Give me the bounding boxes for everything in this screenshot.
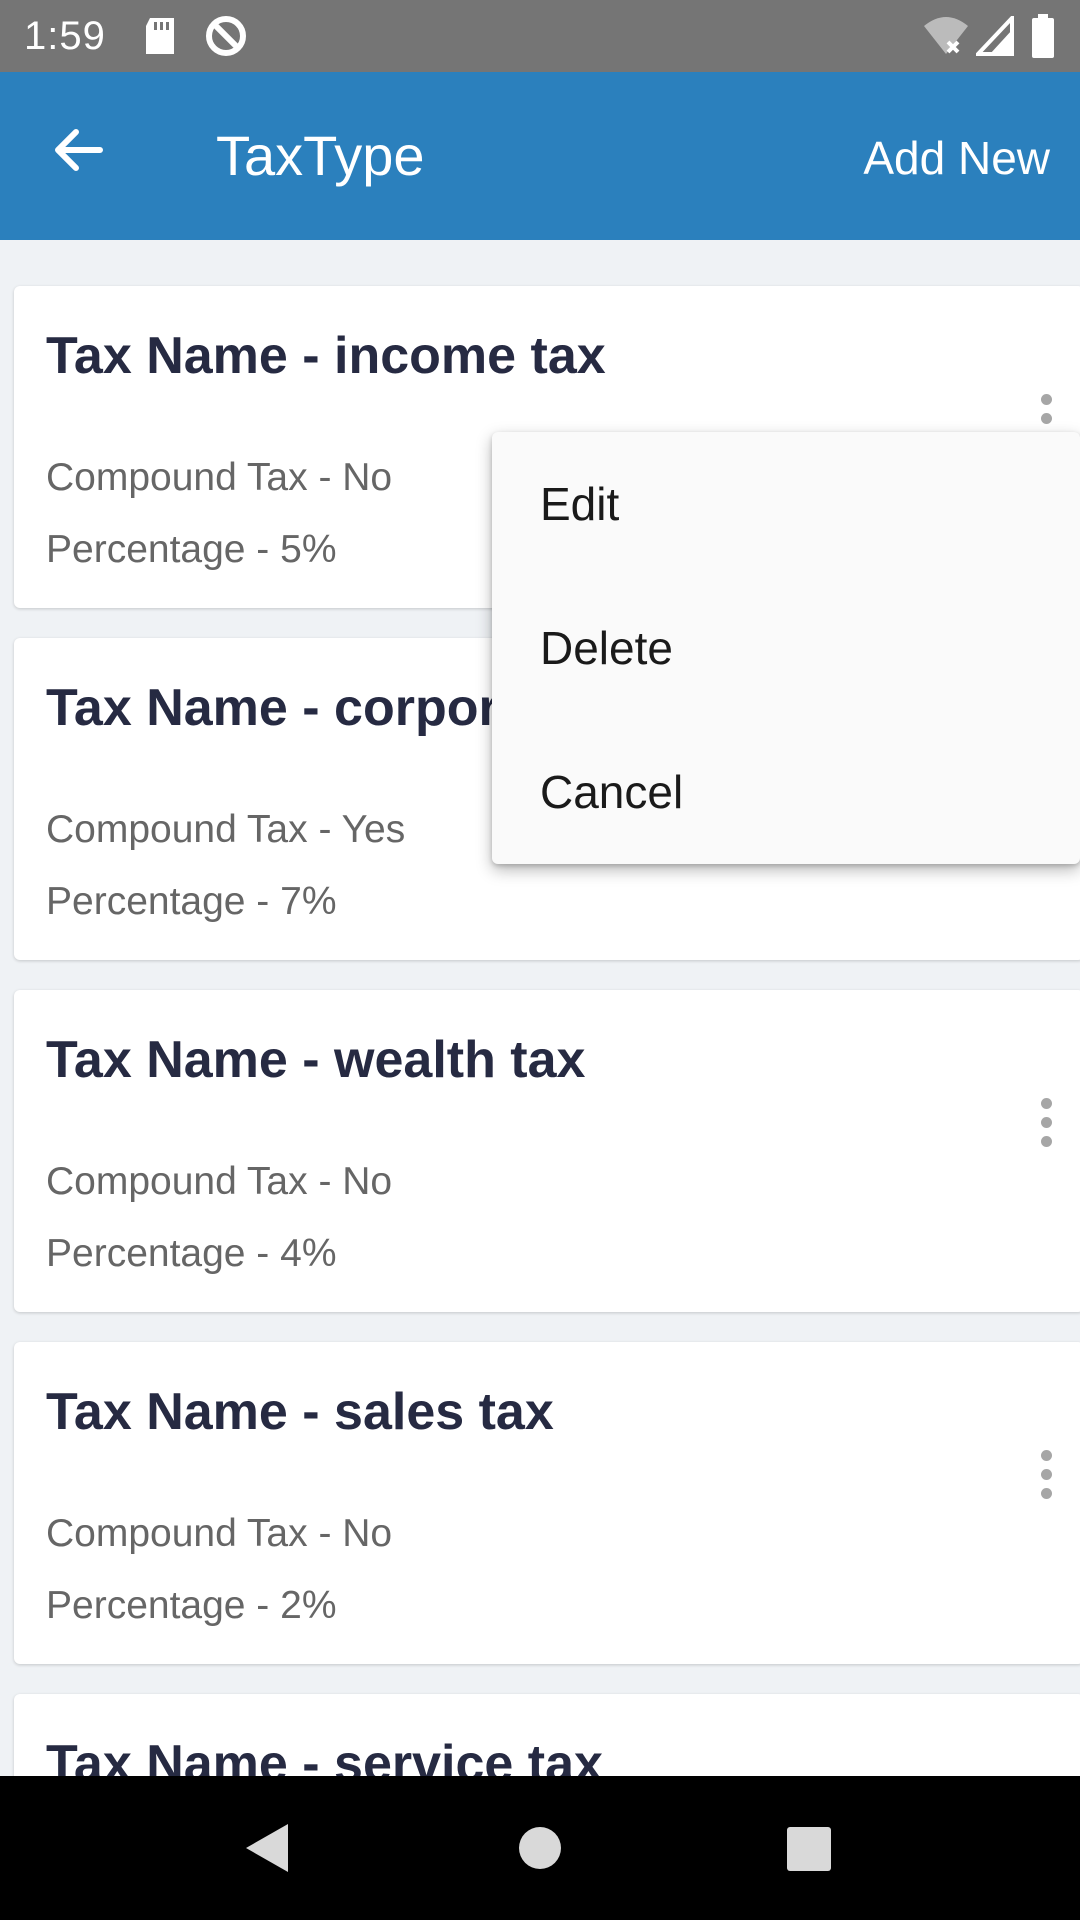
tax-card[interactable]: Tax Name - sales tax Compound Tax - No P… xyxy=(14,1342,1080,1664)
tax-percentage: Percentage - 2% xyxy=(46,1584,337,1627)
tax-name: Tax Name - wealth tax xyxy=(46,1031,586,1089)
home-circle-icon[interactable] xyxy=(518,1826,562,1875)
compound-tax: Compound Tax - No xyxy=(46,1512,393,1555)
back-triangle-icon[interactable] xyxy=(244,1822,290,1879)
recents-square-icon[interactable] xyxy=(786,1826,832,1877)
tax-card[interactable]: Tax Name - wealth tax Compound Tax - No … xyxy=(14,990,1080,1312)
wifi-off-icon xyxy=(922,14,970,63)
more-vert-icon xyxy=(1040,393,1052,405)
battery-icon xyxy=(1030,14,1056,63)
tax-percentage: Percentage - 7% xyxy=(46,880,337,923)
app-bar: TaxType Add New xyxy=(0,72,1080,240)
more-options-button[interactable] xyxy=(1022,1090,1070,1154)
tax-name: Tax Name - sales tax xyxy=(46,1383,554,1441)
status-bar: 1:59 xyxy=(0,0,1080,72)
arrow-left-icon xyxy=(52,126,104,179)
tax-percentage: Percentage - 5% xyxy=(46,528,337,571)
compound-tax: Compound Tax - Yes xyxy=(46,808,406,851)
tax-name: Tax Name - corpor xyxy=(46,679,499,737)
tax-name: Tax Name - income tax xyxy=(46,327,606,385)
sd-card-icon xyxy=(142,16,178,61)
more-options-button[interactable] xyxy=(1022,1442,1070,1506)
do-not-disturb-icon xyxy=(204,14,248,63)
status-time: 1:59 xyxy=(24,14,106,58)
navigation-bar xyxy=(0,1776,1080,1920)
add-new-button[interactable]: Add New xyxy=(863,130,1050,186)
menu-item-cancel[interactable]: Cancel xyxy=(492,720,1080,864)
compound-tax: Compound Tax - No xyxy=(46,1160,393,1203)
popup-menu: Edit Delete Cancel xyxy=(492,432,1080,864)
compound-tax: Compound Tax - No xyxy=(46,456,393,499)
page-title: TaxType xyxy=(216,124,425,187)
tax-percentage: Percentage - 4% xyxy=(46,1232,337,1275)
back-button[interactable] xyxy=(36,110,120,194)
menu-item-edit[interactable]: Edit xyxy=(492,432,1080,576)
more-vert-icon xyxy=(1040,1449,1052,1461)
signal-icon xyxy=(973,12,1014,61)
menu-item-delete[interactable]: Delete xyxy=(492,576,1080,720)
more-vert-icon xyxy=(1040,1097,1052,1109)
